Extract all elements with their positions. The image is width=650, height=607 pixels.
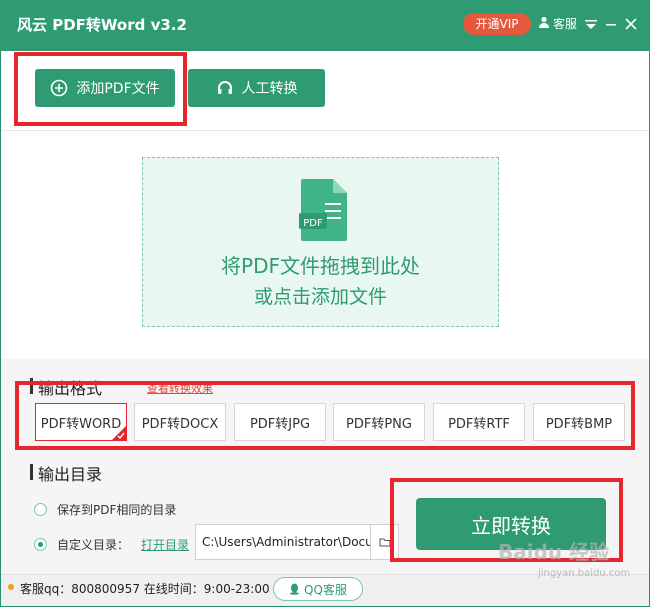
- format-option-label: PDF转BMP: [545, 416, 613, 432]
- vip-button[interactable]: 开通VIP: [463, 13, 531, 35]
- app-title: 风云 PDF转Word v3.2: [17, 16, 187, 34]
- customer-service-button[interactable]: 客服: [538, 15, 577, 32]
- radio-button[interactable]: [34, 503, 47, 516]
- qq-support-label: QQ客服: [304, 582, 347, 597]
- radio-same-dir-label: 保存到PDF相同的目录: [57, 503, 177, 517]
- manual-convert-button[interactable]: 人工转换: [188, 69, 325, 107]
- minimize-icon: [604, 17, 618, 31]
- status-indicator-dot: [8, 584, 14, 590]
- menu-dropdown-button[interactable]: [580, 13, 602, 35]
- radio-same-dir[interactable]: 保存到PDF相同的目录: [34, 501, 176, 518]
- format-option-jpg[interactable]: PDF转JPG: [234, 403, 326, 441]
- close-button[interactable]: [620, 13, 642, 35]
- plus-circle-icon: [50, 79, 68, 97]
- output-dir-title: 输出目录: [30, 461, 102, 485]
- format-option-label: PDF转DOCX: [141, 416, 219, 432]
- support-info-text: 客服qq：800800957 在线时间：9:00-23:00: [20, 582, 270, 596]
- open-dir-link[interactable]: 打开目录: [141, 536, 189, 553]
- radio-button-checked[interactable]: [34, 538, 47, 551]
- view-effect-link[interactable]: 查看转换效果: [147, 380, 213, 396]
- format-option-label: PDF转WORD: [40, 416, 122, 432]
- format-option-docx[interactable]: PDF转DOCX: [134, 403, 226, 441]
- browse-folder-button[interactable]: [371, 524, 399, 560]
- qq-penguin-icon: [289, 583, 300, 595]
- output-format-title: 输出格式: [30, 375, 102, 399]
- menu-icon: [584, 17, 598, 31]
- headset-icon: [216, 79, 234, 97]
- user-icon: [538, 16, 550, 31]
- drop-hint-primary: 将PDF文件拖拽到此处: [221, 254, 420, 278]
- add-pdf-button[interactable]: 添加PDF文件: [35, 69, 175, 107]
- add-pdf-label: 添加PDF文件: [76, 81, 160, 97]
- close-icon: [624, 17, 638, 31]
- baidu-watermark-url: jingyan.baidu.com: [538, 568, 631, 579]
- radio-custom-dir-label: 自定义目录：: [57, 538, 130, 552]
- drop-hint-secondary[interactable]: 或点击添加文件: [142, 282, 499, 309]
- radio-custom-dir[interactable]: 自定义目录：: [34, 536, 129, 553]
- format-option-png[interactable]: PDF转PNG: [333, 403, 425, 441]
- manual-convert-label: 人工转换: [241, 81, 298, 97]
- pdf-icon-text: PDF: [303, 218, 323, 229]
- format-option-word[interactable]: PDF转WORD: [35, 403, 127, 441]
- format-option-label: PDF转PNG: [346, 416, 412, 432]
- pdf-file-icon: [299, 179, 349, 241]
- checkmark-icon: [112, 426, 126, 440]
- format-option-label: PDF转RTF: [448, 416, 510, 432]
- qq-support-button[interactable]: QQ客服: [273, 577, 363, 601]
- baidu-watermark: Baidu 经验: [498, 540, 610, 564]
- minimize-button[interactable]: [600, 13, 622, 35]
- format-option-label: PDF转JPG: [249, 416, 311, 432]
- format-option-rtf[interactable]: PDF转RTF: [433, 403, 525, 441]
- customer-service-label: 客服: [553, 17, 578, 31]
- folder-icon: [379, 536, 391, 548]
- output-path-field[interactable]: C:\Users\Administrator\Docu: [195, 524, 371, 560]
- format-option-bmp[interactable]: PDF转BMP: [533, 403, 625, 441]
